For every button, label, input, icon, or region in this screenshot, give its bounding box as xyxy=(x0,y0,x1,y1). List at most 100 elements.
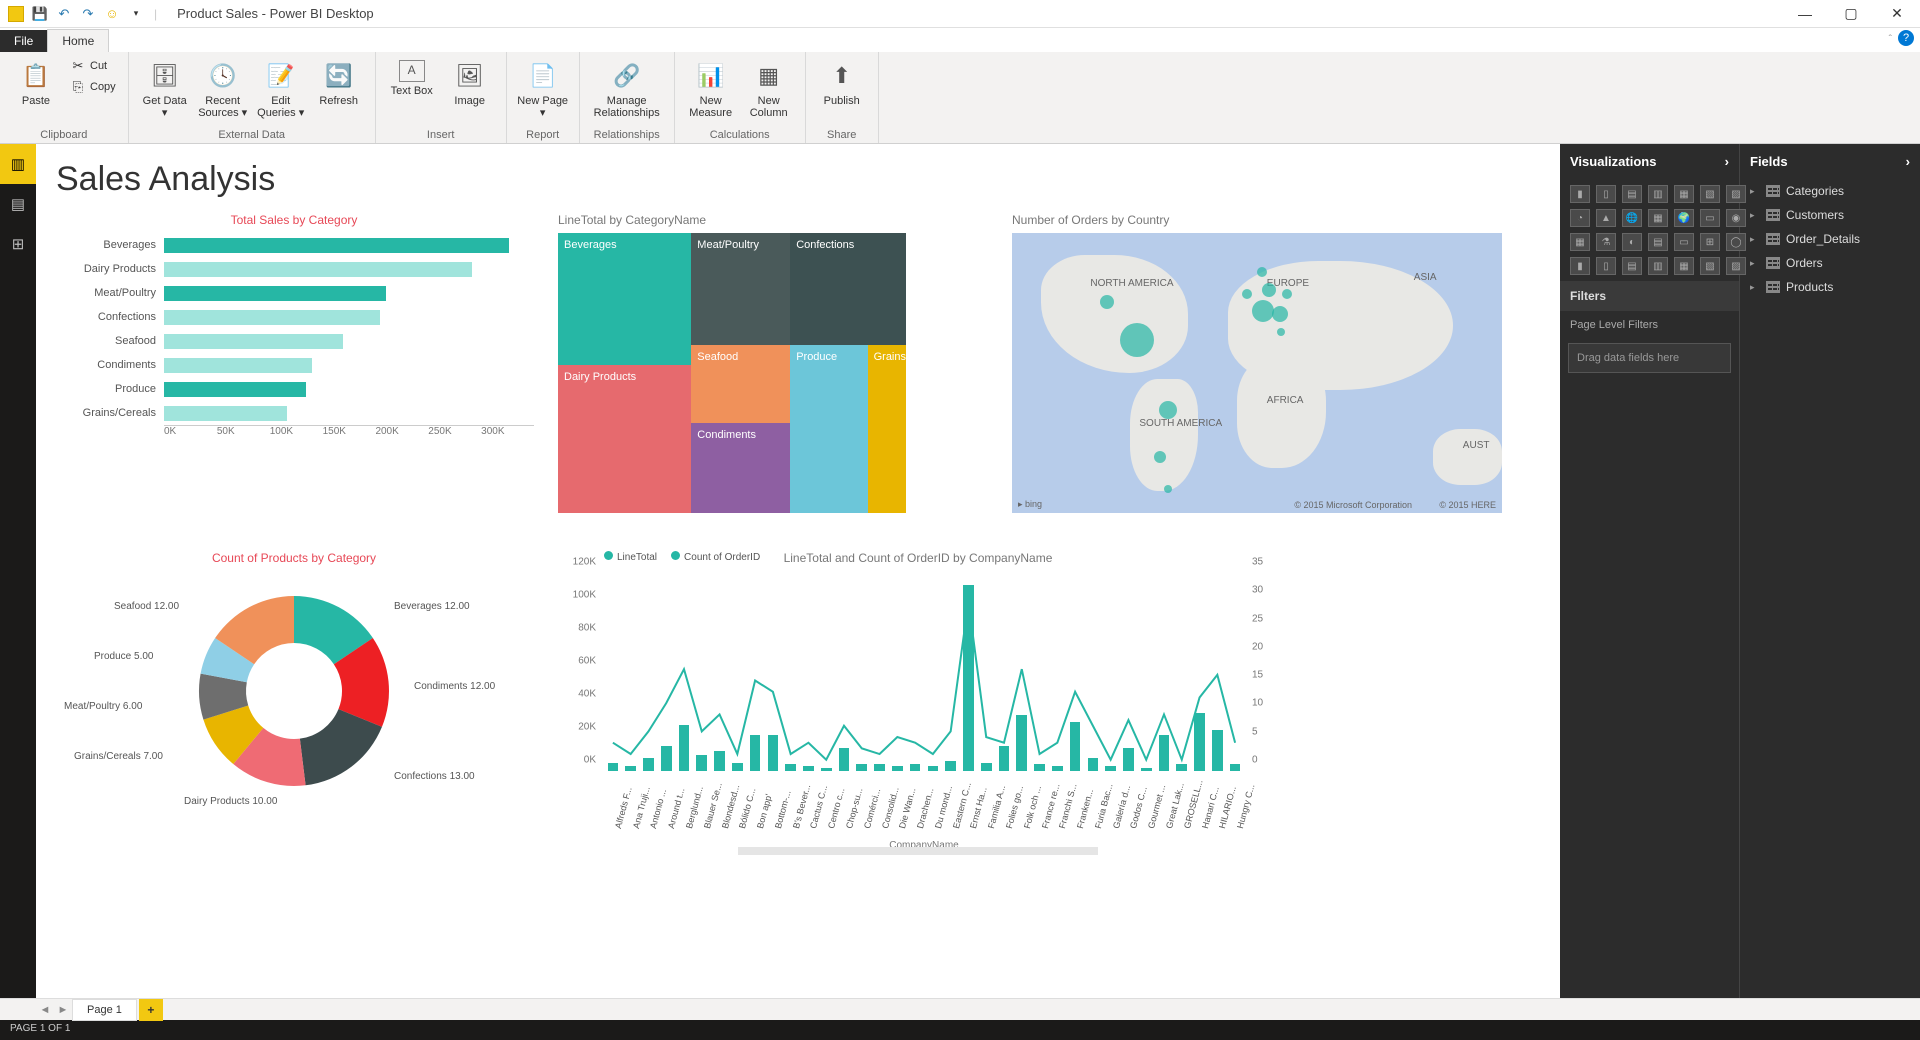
combo-bar[interactable] xyxy=(732,763,743,771)
bar-row[interactable]: Produce xyxy=(54,377,534,401)
viz-type-icon[interactable]: ▧ xyxy=(1700,185,1720,203)
viz-type-icon[interactable]: ▦ xyxy=(1570,233,1590,251)
save-icon[interactable]: 💾 xyxy=(30,4,50,24)
treemap-cell[interactable]: Produce xyxy=(790,345,867,513)
get-data-button[interactable]: 🗄Get Data ▾ xyxy=(137,56,193,123)
combo-bar[interactable] xyxy=(892,766,903,771)
viz-type-icon[interactable]: ▤ xyxy=(1648,233,1668,251)
combo-bar[interactable] xyxy=(661,746,672,771)
combo-bar[interactable] xyxy=(839,748,850,771)
chevron-right-icon[interactable]: › xyxy=(1725,154,1729,169)
treemap-cell[interactable]: Confections xyxy=(790,233,906,345)
viz-type-icon[interactable]: ⚗ xyxy=(1596,233,1616,251)
viz-type-icon[interactable]: ▲ xyxy=(1596,209,1616,227)
combo-bar[interactable] xyxy=(874,764,885,771)
treemap-cell[interactable]: Grains... xyxy=(868,345,907,513)
new-column-button[interactable]: ▦New Column xyxy=(741,56,797,123)
viz-type-icon[interactable]: 🌍 xyxy=(1674,209,1694,227)
fields-pane-header[interactable]: Fields› xyxy=(1740,144,1920,179)
combo-bar[interactable] xyxy=(945,761,956,771)
publish-button[interactable]: ⬆Publish xyxy=(814,56,870,111)
viz-type-icon[interactable]: ▦ xyxy=(1674,257,1694,275)
redo-icon[interactable]: ↷ xyxy=(78,4,98,24)
field-table-row[interactable]: ▸Customers xyxy=(1740,203,1920,227)
new-measure-button[interactable]: 📊New Measure xyxy=(683,56,739,123)
combo-bar[interactable] xyxy=(679,725,690,771)
viz-type-icon[interactable]: ▤ xyxy=(1622,257,1642,275)
combo-bar[interactable] xyxy=(803,766,814,771)
qat-dropdown-icon[interactable]: ▾ xyxy=(126,4,146,24)
viz-type-icon[interactable]: ▯ xyxy=(1596,185,1616,203)
undo-icon[interactable]: ↶ xyxy=(54,4,74,24)
map-visual[interactable]: NORTH AMERICA SOUTH AMERICA EUROPE AFRIC… xyxy=(1012,233,1502,513)
treemap-linetotal[interactable]: LineTotal by CategoryName BeveragesDairy… xyxy=(558,213,988,533)
combo-bar[interactable] xyxy=(1141,768,1152,771)
textbox-button[interactable]: AText Box xyxy=(384,56,440,111)
new-page-button[interactable]: 📄New Page ▾ xyxy=(515,56,571,123)
tab-file[interactable]: File xyxy=(0,30,47,52)
combo-bar[interactable] xyxy=(1159,735,1170,771)
help-icon[interactable]: ? xyxy=(1898,30,1914,46)
page-tab-1[interactable]: Page 1 xyxy=(72,999,137,1021)
combo-bar[interactable] xyxy=(999,746,1010,771)
bar-row[interactable]: Condiments xyxy=(54,353,534,377)
page-prev-icon[interactable]: ◄ xyxy=(36,1004,54,1016)
combo-bar[interactable] xyxy=(1016,715,1027,771)
bar-row[interactable]: Beverages xyxy=(54,233,534,257)
ribbon-collapse-icon[interactable]: ˆ xyxy=(1889,34,1892,45)
bar-row[interactable]: Dairy Products xyxy=(54,257,534,281)
combo-bar[interactable] xyxy=(1230,764,1241,771)
cut-button[interactable]: ✂Cut xyxy=(66,56,120,76)
copy-button[interactable]: ⎘Copy xyxy=(66,77,120,97)
field-table-row[interactable]: ▸Order_Details xyxy=(1740,227,1920,251)
treemap-cell[interactable]: Meat/Poultry xyxy=(691,233,790,345)
bar-row[interactable]: Seafood xyxy=(54,329,534,353)
image-button[interactable]: 🖼Image xyxy=(442,56,498,111)
combo-bar[interactable] xyxy=(1194,713,1205,771)
donut-count-products[interactable]: Count of Products by Category Beverages … xyxy=(54,551,534,851)
combo-bar[interactable] xyxy=(1070,722,1081,772)
field-table-row[interactable]: ▸Orders xyxy=(1740,251,1920,275)
viz-type-icon[interactable]: ⊞ xyxy=(1700,233,1720,251)
combo-bar[interactable] xyxy=(1105,766,1116,771)
combo-chart-scrollbar[interactable] xyxy=(738,847,1098,855)
smiley-icon[interactable]: ☺ xyxy=(102,4,122,24)
combo-bar[interactable] xyxy=(785,764,796,771)
field-table-row[interactable]: ▸Products xyxy=(1740,275,1920,299)
model-view-icon[interactable]: ⊞ xyxy=(0,224,36,264)
treemap-cell[interactable]: Beverages xyxy=(558,233,691,365)
refresh-button[interactable]: 🔄Refresh xyxy=(311,56,367,123)
combo-bar[interactable] xyxy=(856,764,867,771)
page-next-icon[interactable]: ► xyxy=(54,1004,72,1016)
chevron-right-icon[interactable]: › xyxy=(1906,154,1910,169)
combo-bar[interactable] xyxy=(928,766,939,771)
minimize-button[interactable]: — xyxy=(1782,0,1828,28)
treemap-cell[interactable]: Seafood xyxy=(691,345,790,423)
combo-bar[interactable] xyxy=(625,766,636,771)
recent-sources-button[interactable]: 🕓Recent Sources ▾ xyxy=(195,56,251,123)
bar-chart-total-sales[interactable]: Total Sales by Category Beverages Dairy … xyxy=(54,213,534,533)
combo-bar[interactable] xyxy=(750,735,761,771)
combo-bar[interactable] xyxy=(1176,764,1187,771)
bar-row[interactable]: Grains/Cereals xyxy=(54,401,534,425)
tab-home[interactable]: Home xyxy=(47,29,109,52)
treemap-cell[interactable]: Dairy Products xyxy=(558,365,691,513)
viz-type-icon[interactable]: ▭ xyxy=(1674,233,1694,251)
combo-bar[interactable] xyxy=(963,585,974,771)
viz-type-icon[interactable]: ▯ xyxy=(1596,257,1616,275)
combo-bar[interactable] xyxy=(1052,766,1063,771)
combo-bar[interactable] xyxy=(696,755,707,771)
close-button[interactable]: ✕ xyxy=(1874,0,1920,28)
viz-type-icon[interactable]: ▮ xyxy=(1570,257,1590,275)
viz-type-icon[interactable]: ▤ xyxy=(1622,185,1642,203)
combo-bar[interactable] xyxy=(643,758,654,771)
viz-type-icon[interactable]: ▥ xyxy=(1648,257,1668,275)
combo-bar[interactable] xyxy=(1034,764,1045,771)
add-page-button[interactable]: + xyxy=(139,999,163,1021)
bar-row[interactable]: Confections xyxy=(54,305,534,329)
combo-chart-company[interactable]: LineTotal and Count of OrderID by Compan… xyxy=(558,551,1278,851)
viz-type-icon[interactable]: ▥ xyxy=(1648,185,1668,203)
viz-type-icon[interactable]: ▦ xyxy=(1648,209,1668,227)
viz-type-icon[interactable]: ▮ xyxy=(1570,185,1590,203)
field-table-row[interactable]: ▸Categories xyxy=(1740,179,1920,203)
